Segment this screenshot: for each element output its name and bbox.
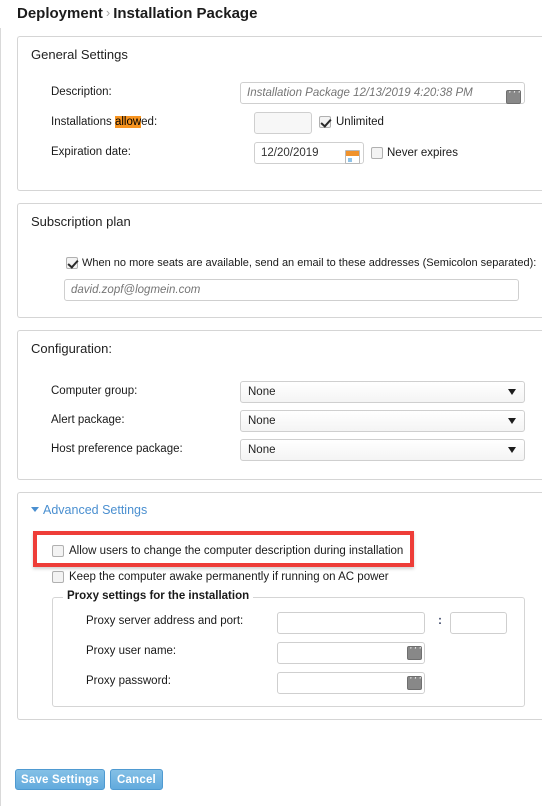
row-alert-package: Alert package: None (18, 410, 542, 432)
proxy-address-input[interactable] (277, 612, 425, 634)
proxy-user-picker-icon[interactable] (407, 643, 423, 660)
computer-group-select[interactable]: None (240, 381, 525, 403)
notify-seats-checkbox[interactable] (66, 257, 78, 269)
advanced-settings-label: Advanced Settings (43, 503, 148, 517)
proxy-settings-fieldset: Proxy settings for the installation Prox… (52, 590, 525, 707)
row-installations-allowed: Installations allowed: Unlimited (18, 112, 542, 134)
proxy-password-picker-icon[interactable] (407, 673, 423, 690)
keep-awake-checkbox[interactable] (52, 571, 64, 583)
computer-group-value: None (248, 386, 276, 398)
host-preference-package-value: None (248, 444, 276, 456)
calendar-icon[interactable] (345, 150, 360, 164)
installation-package-page: Deployment › Installation Package General … (0, 0, 542, 806)
breadcrumb-separator-icon: › (105, 5, 111, 20)
unlimited-label: Unlimited (336, 116, 384, 128)
chevron-down-icon (508, 389, 516, 395)
proxy-settings-legend: Proxy settings for the installation (63, 590, 254, 602)
proxy-port-separator: : (438, 613, 442, 627)
general-settings-title: General Settings (31, 47, 128, 62)
caret-down-icon (31, 507, 39, 512)
alert-package-value: None (248, 415, 276, 427)
host-preference-package-select[interactable]: None (240, 439, 525, 461)
never-expires-label: Never expires (387, 147, 458, 159)
advanced-settings-toggle[interactable]: Advanced Settings (31, 503, 147, 517)
proxy-user-input[interactable] (277, 642, 425, 664)
keep-awake-label: Keep the computer awake permanently if r… (69, 571, 389, 583)
notify-email-input[interactable] (64, 279, 519, 301)
proxy-password-input[interactable] (277, 672, 425, 694)
never-expires-checkbox[interactable] (371, 147, 383, 159)
expiration-date-label: Expiration date: (51, 146, 131, 158)
row-computer-group: Computer group: None (18, 381, 542, 403)
row-description: Description: (18, 82, 542, 104)
subscription-plan-title: Subscription plan (31, 214, 131, 229)
configuration-title: Configuration: (31, 341, 112, 356)
installations-label-after: ed: (141, 116, 158, 128)
notify-seats-label: When no more seats are available, send a… (82, 257, 537, 269)
proxy-address-label: Proxy server address and port: (86, 615, 244, 627)
panel-subscription-plan: Subscription plan When no more seats are… (17, 203, 542, 318)
unlimited-checkbox[interactable] (319, 116, 331, 128)
panel-advanced-settings: Advanced Settings Allow users to change … (17, 492, 542, 720)
chevron-down-icon (508, 418, 516, 424)
breadcrumb-current: Installation Package (113, 5, 258, 22)
page-left-rule (0, 28, 1, 806)
search-highlight: allow (114, 116, 142, 128)
allow-description-change-checkbox[interactable] (52, 545, 64, 557)
alert-package-select[interactable]: None (240, 410, 525, 432)
proxy-port-input[interactable] (450, 612, 507, 634)
description-label: Description: (51, 86, 112, 98)
save-settings-button[interactable]: Save Settings (15, 769, 105, 790)
installations-label-before: Installations (51, 116, 115, 128)
panel-general-settings: General Settings Description: Installati… (17, 36, 542, 191)
allow-description-change-label: Allow users to change the computer descr… (69, 545, 404, 557)
description-picker-icon[interactable] (506, 87, 522, 104)
description-input[interactable] (240, 82, 525, 104)
proxy-user-label: Proxy user name: (86, 645, 177, 657)
breadcrumb-root[interactable]: Deployment (17, 5, 103, 22)
installations-allowed-label: Installations allowed: (51, 116, 157, 128)
computer-group-label: Computer group: (51, 385, 138, 397)
row-host-preference-package: Host preference package: None (18, 439, 542, 461)
breadcrumb: Deployment › Installation Package (17, 5, 257, 22)
cancel-button[interactable]: Cancel (110, 769, 163, 790)
chevron-down-icon (508, 447, 516, 453)
alert-package-label: Alert package: (51, 414, 125, 426)
panel-configuration: Configuration: Computer group: None Aler… (17, 330, 542, 480)
host-preference-package-label: Host preference package: (51, 443, 183, 455)
installations-allowed-input[interactable] (254, 112, 312, 134)
row-expiration-date: Expiration date: Never expires (18, 142, 542, 164)
proxy-password-label: Proxy password: (86, 675, 172, 687)
